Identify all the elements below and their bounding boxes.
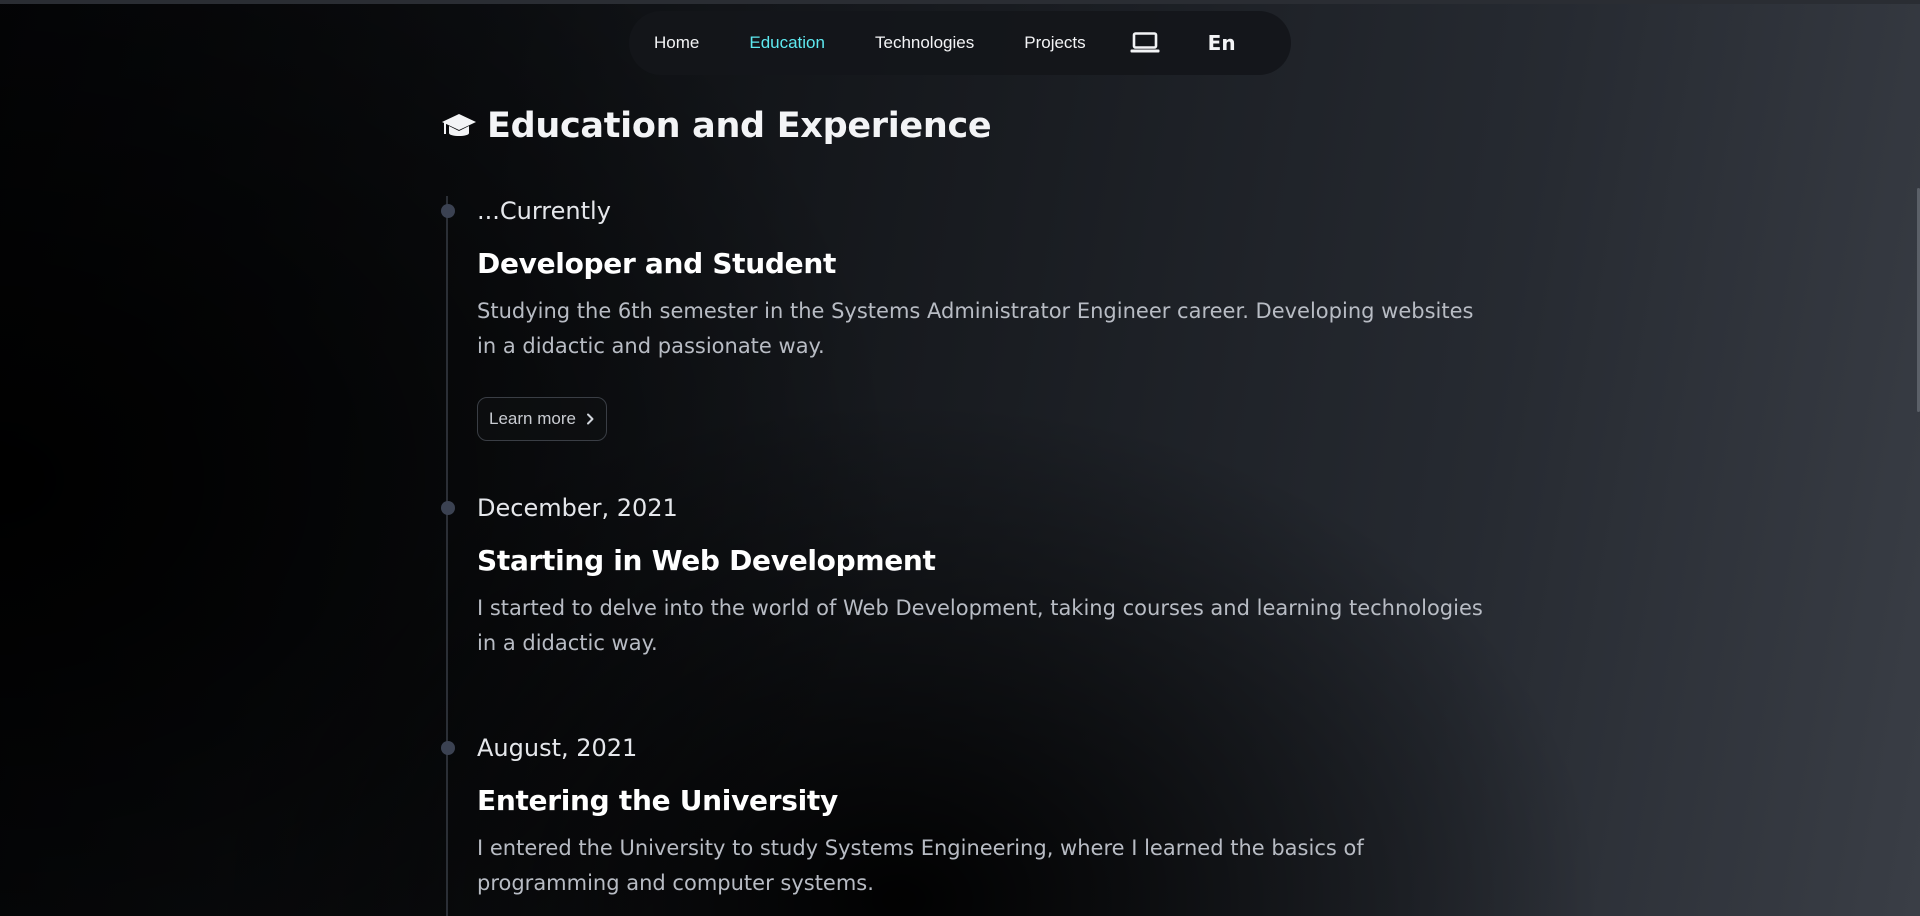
entry-date: December, 2021 (477, 494, 678, 522)
learn-more-label: Learn more (489, 409, 576, 428)
browser-top-strip (0, 0, 1920, 4)
entry-description: Studying the 6th semester in the Systems… (477, 299, 1474, 358)
chevron-right-icon (586, 413, 594, 425)
language-toggle[interactable]: En (1208, 31, 1236, 55)
entry-title: Entering the University (477, 784, 838, 817)
entry-description: I started to delve into the world of Web… (477, 596, 1483, 655)
section-title: Education and Experience (487, 106, 992, 146)
entry-date: ...Currently (477, 197, 611, 225)
nav-education[interactable]: Education (749, 33, 825, 53)
laptop-icon[interactable] (1130, 31, 1160, 55)
nav-technologies[interactable]: Technologies (875, 33, 974, 53)
learn-more-button[interactable]: Learn more (477, 397, 607, 441)
timeline-dot (441, 204, 455, 218)
timeline-dot (441, 741, 455, 755)
timeline-entry: ...Currently Developer and Student Study… (441, 196, 1487, 441)
nav-projects[interactable]: Projects (1024, 33, 1085, 53)
entry-description: I entered the University to study System… (477, 836, 1364, 895)
entry-date: August, 2021 (477, 734, 638, 762)
entry-title: Developer and Student (477, 247, 837, 280)
timeline-dot (441, 501, 455, 515)
section-header: Education and Experience (441, 106, 992, 146)
timeline-entry: August, 2021 Entering the University I e… (441, 733, 1487, 901)
nav-home[interactable]: Home (654, 33, 699, 53)
top-nav: Home Education Technologies Projects En (629, 11, 1291, 75)
timeline-line (446, 196, 448, 916)
graduation-cap-icon (442, 114, 476, 136)
timeline-entry: December, 2021 Starting in Web Developme… (441, 493, 1487, 661)
entry-title: Starting in Web Development (477, 544, 936, 577)
